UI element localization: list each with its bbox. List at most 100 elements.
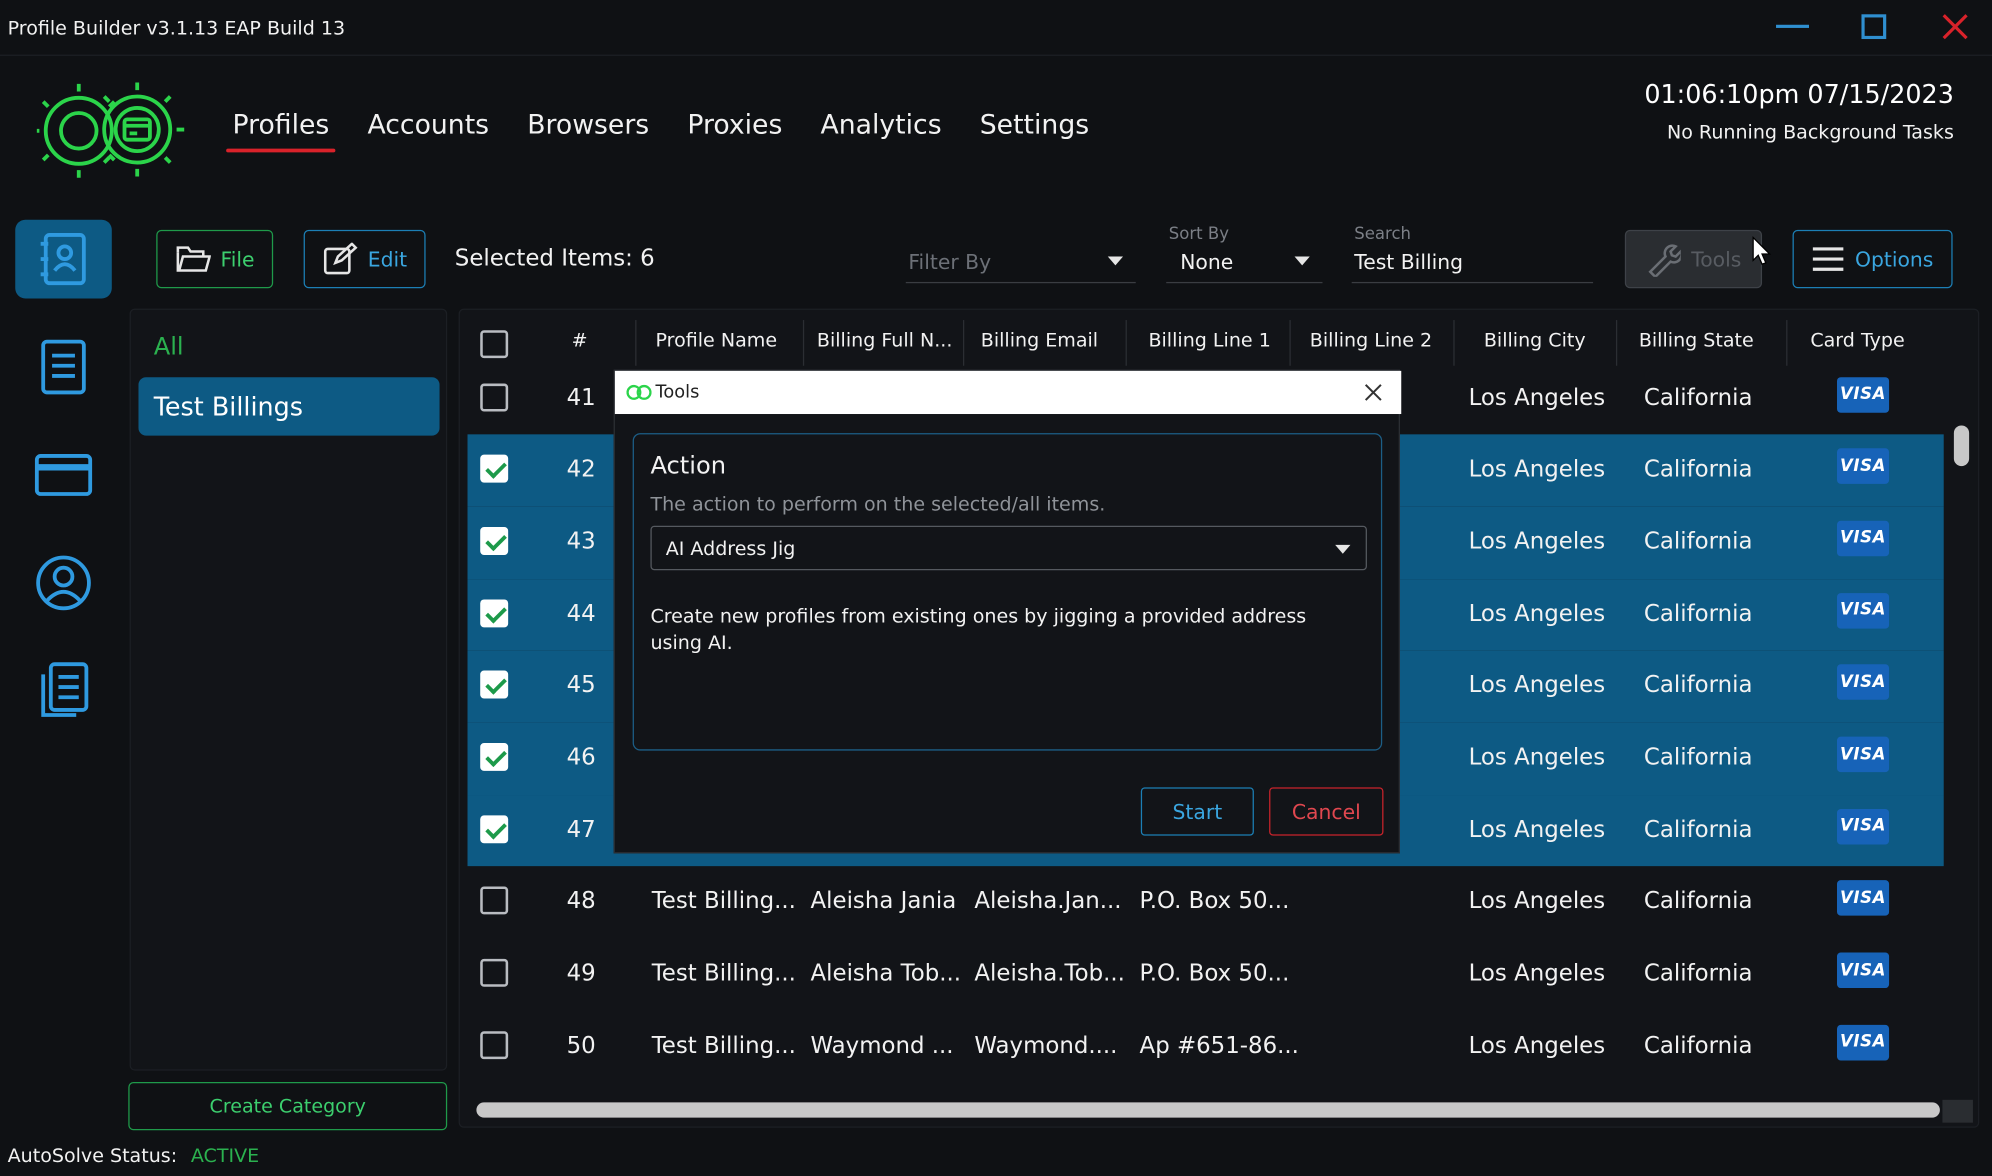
sidebar-accounts[interactable] [15,544,112,623]
cell-billing-full-name: Waymond ... [810,1032,954,1059]
chevron-down-icon [1294,256,1310,266]
tab-proxies[interactable]: Proxies [687,109,782,150]
cell-number: 42 [566,456,596,483]
cell-number: 43 [566,528,596,555]
tab-profiles[interactable]: Profiles [226,109,337,153]
cell-number: 50 [566,1032,596,1059]
clock-time: 01:06:10pm 07/15/2023 [1644,78,1954,110]
col-billing-full-name[interactable]: Billing Full N... [817,329,953,352]
col-billing-line-1[interactable]: Billing Line 1 [1148,329,1270,352]
cancel-button[interactable]: Cancel [1269,787,1384,836]
cell-billing-state: California [1643,888,1753,915]
row-checkbox[interactable] [480,814,509,843]
col-billing-line-2[interactable]: Billing Line 2 [1310,329,1432,352]
file-label: File [220,247,255,272]
contacts-icon [40,233,86,286]
action-select[interactable]: AI Address Jig [650,525,1367,571]
tools-button[interactable]: Tools [1624,229,1763,289]
sort-select[interactable]: Sort By None [1166,225,1323,284]
cell-profile-name: Test Billing... [651,1032,796,1059]
col-number[interactable]: # [572,329,588,352]
title-bar: Profile Builder v3.1.13 EAP Build 13 [0,0,1992,56]
row-checkbox[interactable] [480,886,509,915]
visa-card-icon: VISA [1836,520,1890,557]
cell-billing-email: Aleisha.Tob... [974,960,1125,987]
edit-label: Edit [367,247,408,272]
table-row[interactable]: 50 Test Billing... Waymond ... Waymond.... A… [468,1011,1944,1083]
action-info: Create new profiles from existing ones b… [650,604,1307,655]
tab-accounts[interactable]: Accounts [367,109,489,150]
start-button[interactable]: Start [1140,787,1254,836]
visa-card-icon: VISA [1836,736,1890,773]
col-profile-name[interactable]: Profile Name [656,329,778,352]
tab-browsers[interactable]: Browsers [527,109,649,150]
file-button[interactable]: File [156,229,274,289]
table-row[interactable]: 49 Test Billing... Aleisha Tob... Aleisha.T… [468,939,1944,1011]
menu-icon [1813,247,1844,271]
horizontal-scrollbar[interactable] [476,1102,1940,1118]
row-checkbox[interactable] [480,382,509,411]
cell-billing-city: Los Angeles [1468,744,1606,771]
autosolve-label: AutoSolve Status: [7,1144,178,1168]
sidebar-logs[interactable] [15,652,112,731]
action-select-value: AI Address Jig [665,537,796,561]
select-all-checkbox[interactable] [480,330,509,359]
category-item[interactable]: Test Billings [138,377,440,436]
tab-analytics[interactable]: Analytics [820,109,941,150]
row-checkbox[interactable] [480,958,509,987]
row-checkbox[interactable] [480,598,509,627]
category-all[interactable]: All [154,333,184,361]
tab-settings[interactable]: Settings [980,109,1089,150]
cell-billing-full-name: Aleisha Tob... [810,960,962,987]
cell-billing-state: California [1643,816,1753,843]
close-icon[interactable] [1934,8,1977,46]
card-icon [34,454,93,496]
search-label: Search [1354,224,1411,244]
cell-number: 48 [566,888,596,915]
visa-card-icon: VISA [1836,808,1890,845]
row-checkbox[interactable] [480,526,509,555]
category-panel: All Test Billings [129,308,448,1071]
table-row[interactable]: 48 Test Billing... Aleisha Jania Aleisha.Ja… [468,867,1944,939]
col-card-type[interactable]: Card Type [1810,329,1904,352]
cell-number: 46 [566,744,596,771]
row-checkbox[interactable] [480,742,509,771]
maximize-icon[interactable] [1852,8,1895,46]
cell-billing-state: California [1643,744,1753,771]
options-button[interactable]: Options [1792,229,1953,289]
search-input[interactable]: Search Test Billing [1351,225,1594,284]
dialog-title: Tools [655,382,700,403]
filter-placeholder: Filter By [908,250,992,275]
row-checkbox[interactable] [480,1030,509,1059]
cell-billing-state: California [1643,528,1753,555]
filter-select[interactable]: Filter By [905,230,1136,284]
sidebar-documents[interactable] [15,328,112,407]
sidebar-cards[interactable] [15,436,112,515]
cell-billing-city: Los Angeles [1468,528,1606,555]
cell-billing-line-1: Ap #651-86... [1139,1032,1299,1059]
document-icon [41,339,86,395]
cell-billing-full-name: Aleisha Jania [810,888,957,915]
col-billing-state[interactable]: Billing State [1639,329,1754,352]
tools-label: Tools [1691,247,1742,272]
background-tasks: No Running Background Tasks [1666,120,1954,144]
cell-billing-email: Waymond.... [974,1032,1118,1059]
col-billing-city[interactable]: Billing City [1484,329,1586,352]
window-title: Profile Builder v3.1.13 EAP Build 13 [7,16,346,40]
cell-billing-line-1: P.O. Box 50... [1139,888,1290,915]
cell-billing-city: Los Angeles [1468,960,1606,987]
visa-card-icon: VISA [1836,664,1890,701]
cell-billing-city: Los Angeles [1468,672,1606,699]
minimize-icon[interactable] [1771,8,1814,46]
row-checkbox[interactable] [480,670,509,699]
row-checkbox[interactable] [480,454,509,483]
sidebar-profiles[interactable] [15,219,112,299]
close-icon[interactable] [1361,380,1386,405]
vertical-scrollbar[interactable] [1953,425,1970,467]
cell-billing-email: Aleisha.Jan... [974,888,1122,915]
edit-button[interactable]: Edit [303,229,426,289]
search-value: Test Billing [1354,250,1464,275]
col-billing-email[interactable]: Billing Email [981,329,1098,352]
create-category-button[interactable]: Create Category [128,1082,448,1131]
app-logo-icon [626,384,652,400]
